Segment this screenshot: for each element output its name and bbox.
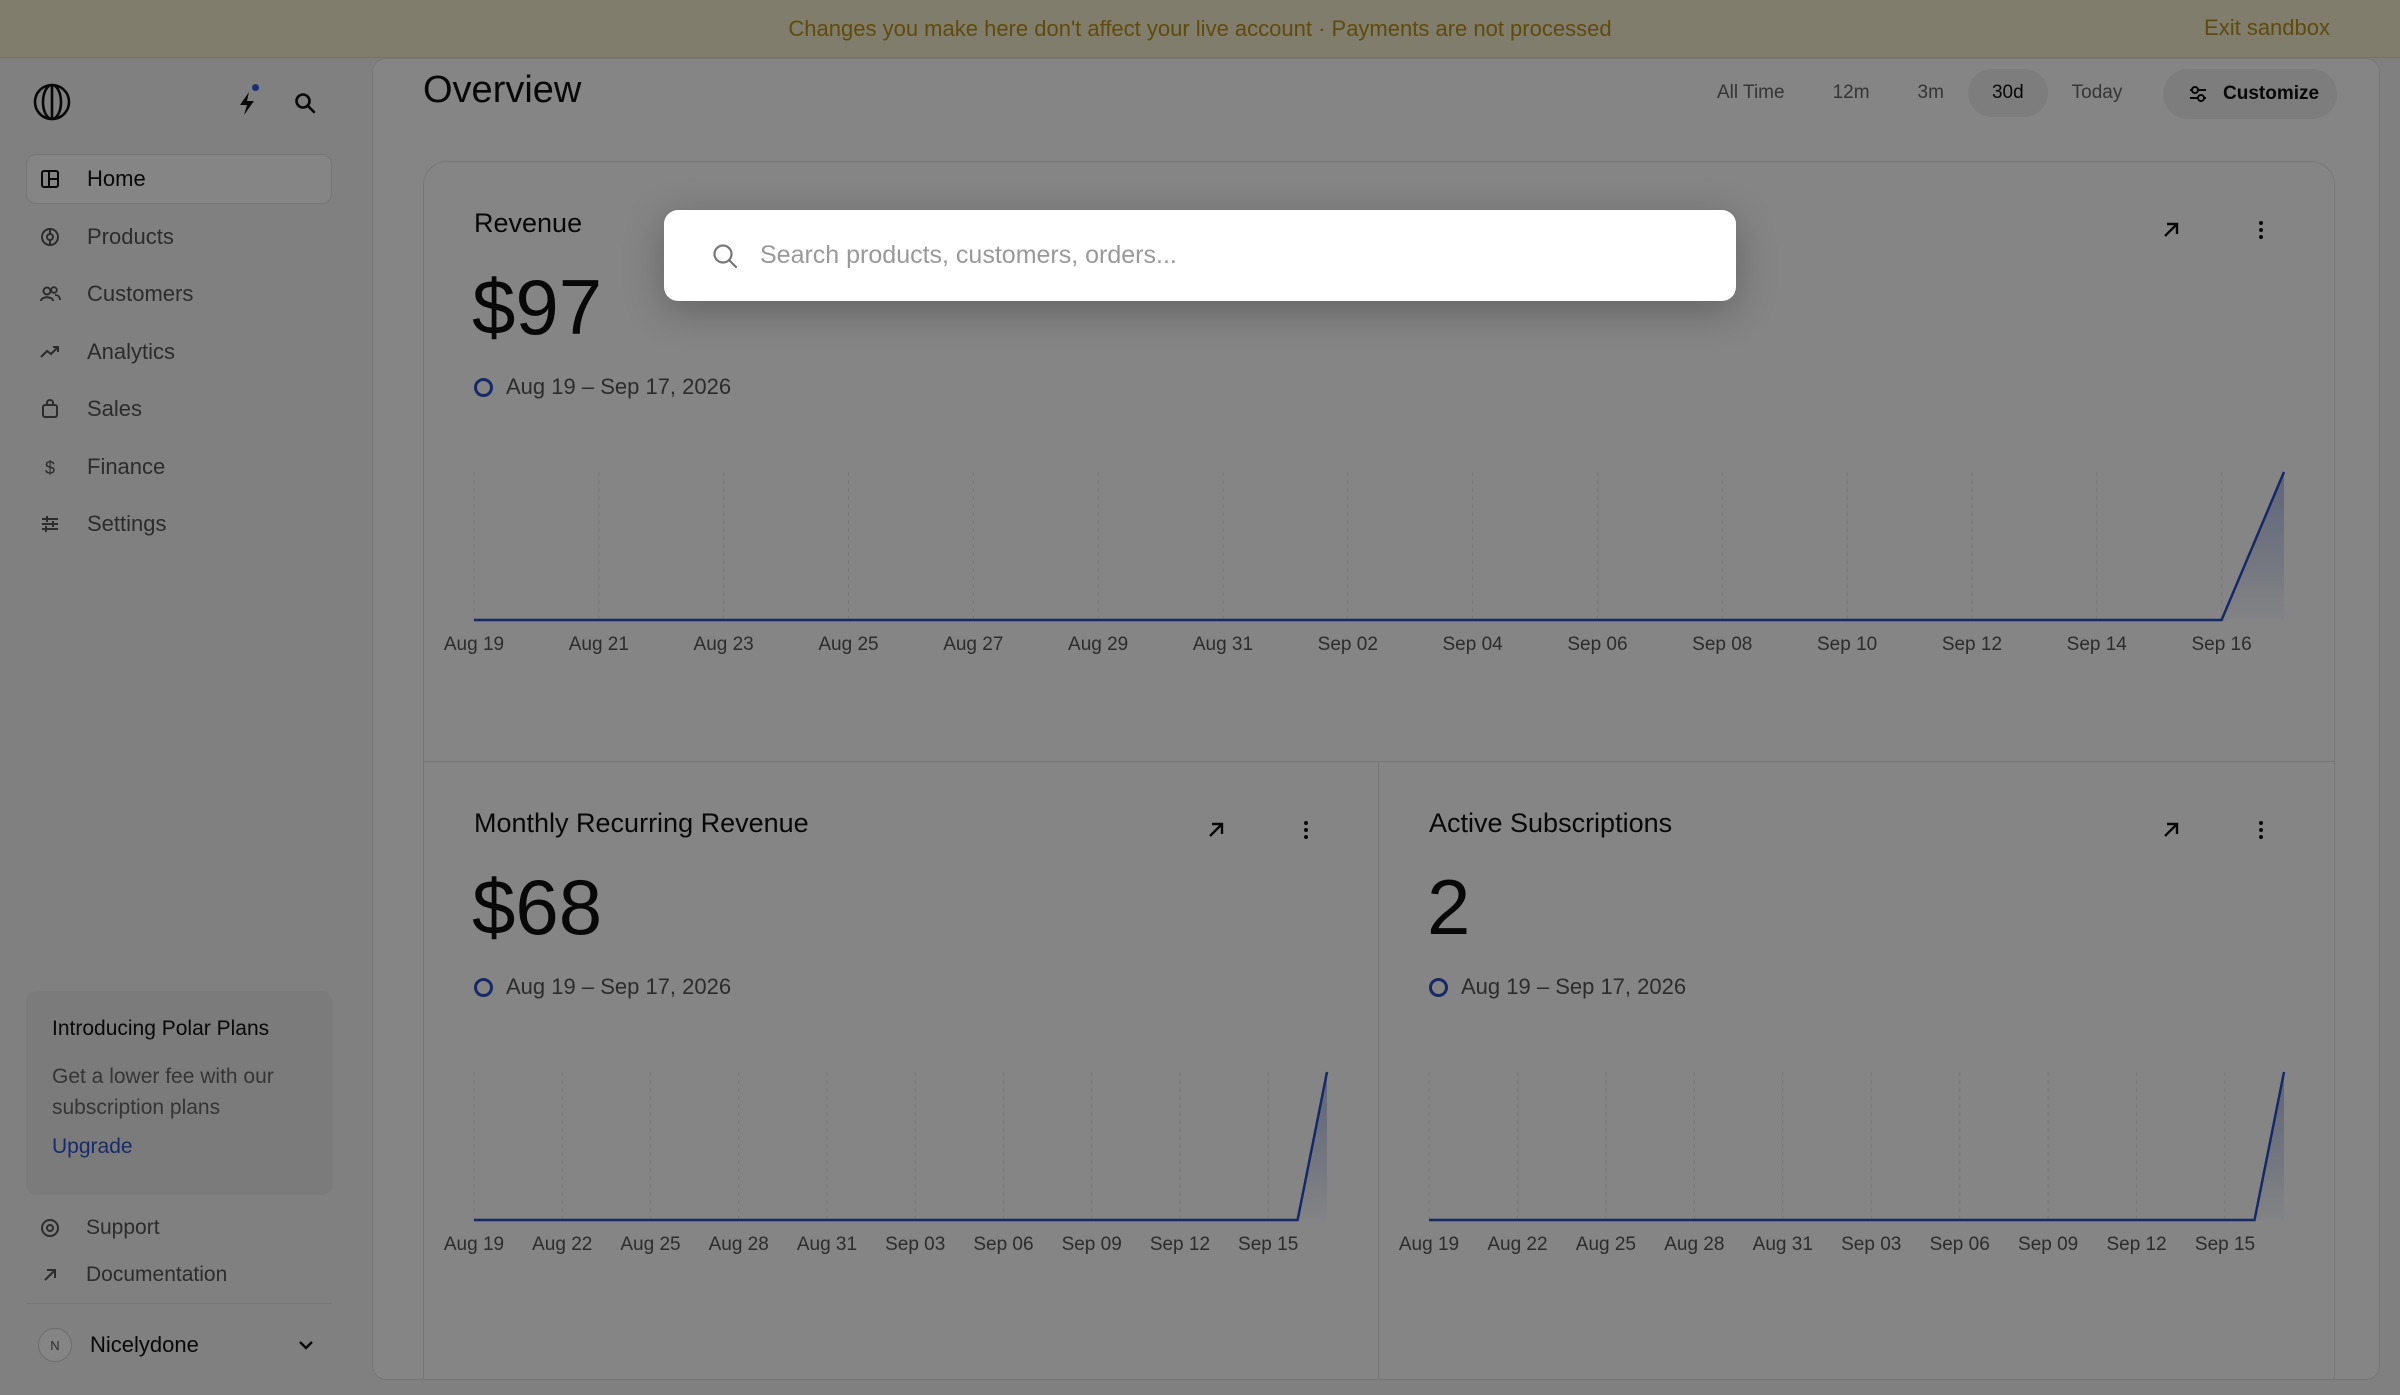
search-input[interactable] bbox=[760, 241, 1660, 270]
search-icon bbox=[713, 243, 738, 268]
command-palette bbox=[664, 210, 1736, 301]
